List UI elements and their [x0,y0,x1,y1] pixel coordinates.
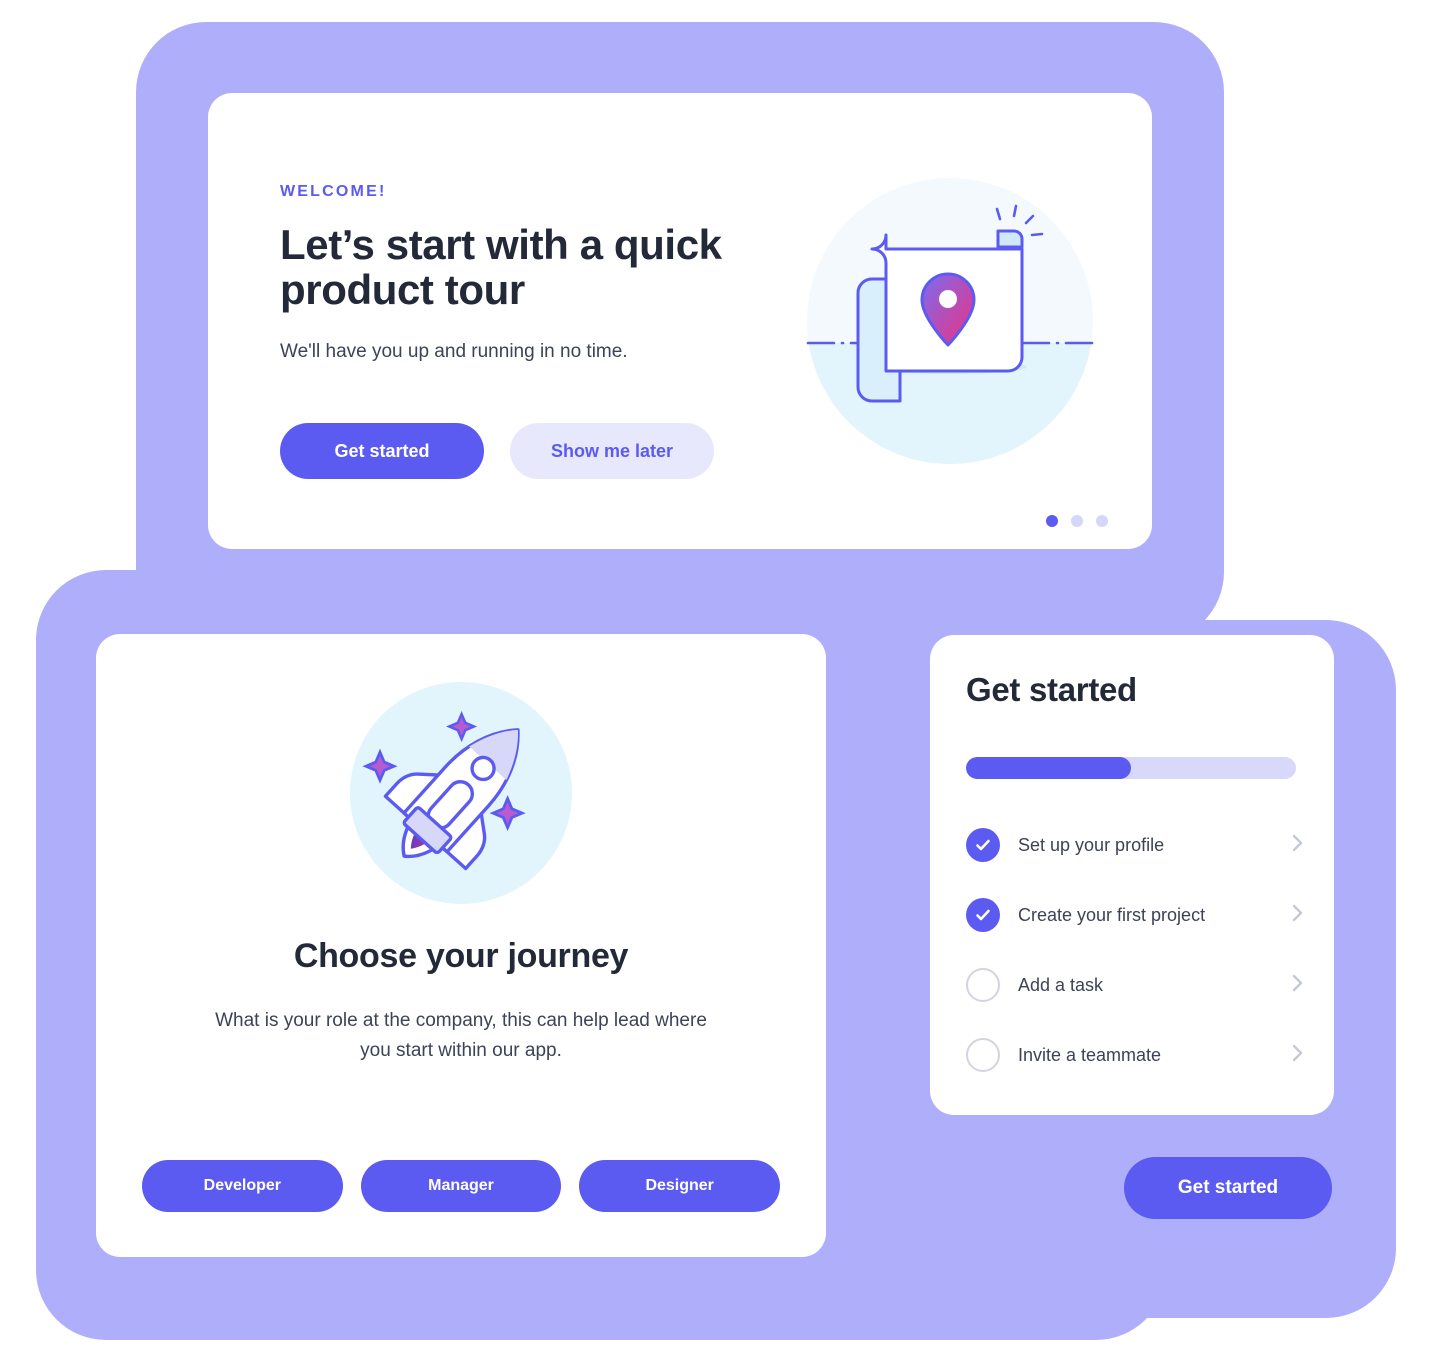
product-tour-actions: Get started Show me later [280,423,714,479]
empty-circle-icon[interactable] [966,968,1000,1002]
role-button-developer[interactable]: Developer [142,1160,343,1212]
checklist-item-label: Add a task [1018,974,1104,995]
onboarding-illustration-stage: WELCOME! Let’s start with a quick produc… [0,0,1432,1364]
role-button-group: Developer Manager Designer [142,1160,781,1212]
checklist-items: Set up your profile Create your first pr… [966,810,1310,1090]
chevron-right-icon[interactable] [1292,833,1304,858]
get-started-checklist-card: Get started Set up your profile Create y… [930,635,1334,1115]
product-tour-card: WELCOME! Let’s start with a quick produc… [208,93,1152,549]
pagination-dot-1[interactable] [1046,515,1058,527]
rocket-icon [96,682,826,904]
welcome-eyebrow: WELCOME! [280,183,387,200]
role-button-designer[interactable]: Designer [579,1160,781,1212]
show-me-later-button[interactable]: Show me later [510,423,714,479]
choose-journey-card: Choose your journey What is your role at… [96,634,826,1257]
empty-circle-icon[interactable] [966,1038,1000,1072]
page-title: Let’s start with a quick product tour [280,221,722,314]
journey-subtitle: What is your role at the company, this c… [215,1010,707,1062]
get-started-button[interactable]: Get started [280,423,484,479]
checklist-item-set-up-profile[interactable]: Set up your profile [966,810,1310,880]
checklist-item-create-first-project[interactable]: Create your first project [966,880,1310,950]
checklist-item-label: Create your first project [1018,904,1206,925]
get-started-cta-button[interactable]: Get started [1124,1157,1332,1219]
product-tour-copy: WELCOME! Let’s start with a quick produc… [280,183,740,363]
progress-bar-fill [966,757,1131,779]
checklist-item-add-a-task[interactable]: Add a task [966,950,1310,1020]
chevron-right-icon[interactable] [1292,903,1304,928]
pagination-dot-2[interactable] [1071,515,1083,527]
chevron-right-icon[interactable] [1292,1043,1304,1068]
chevron-right-icon[interactable] [1292,973,1304,998]
checklist-item-invite-a-teammate[interactable]: Invite a teammate [966,1020,1310,1090]
pagination-dot-3[interactable] [1096,515,1108,527]
checklist-item-label: Set up your profile [1018,834,1165,855]
checkmark-icon[interactable] [966,898,1000,932]
map-with-location-pin-icon [800,171,1100,471]
product-tour-subtitle: We'll have you up and running in no time… [280,340,628,362]
checklist-title: Get started [966,671,1137,708]
carousel-pagination[interactable] [1046,515,1108,527]
checkmark-icon[interactable] [966,828,1000,862]
checklist-item-label: Invite a teammate [1018,1044,1162,1065]
journey-title: Choose your journey [293,937,629,975]
onboarding-progress-bar [966,757,1296,779]
role-button-manager[interactable]: Manager [360,1160,562,1212]
